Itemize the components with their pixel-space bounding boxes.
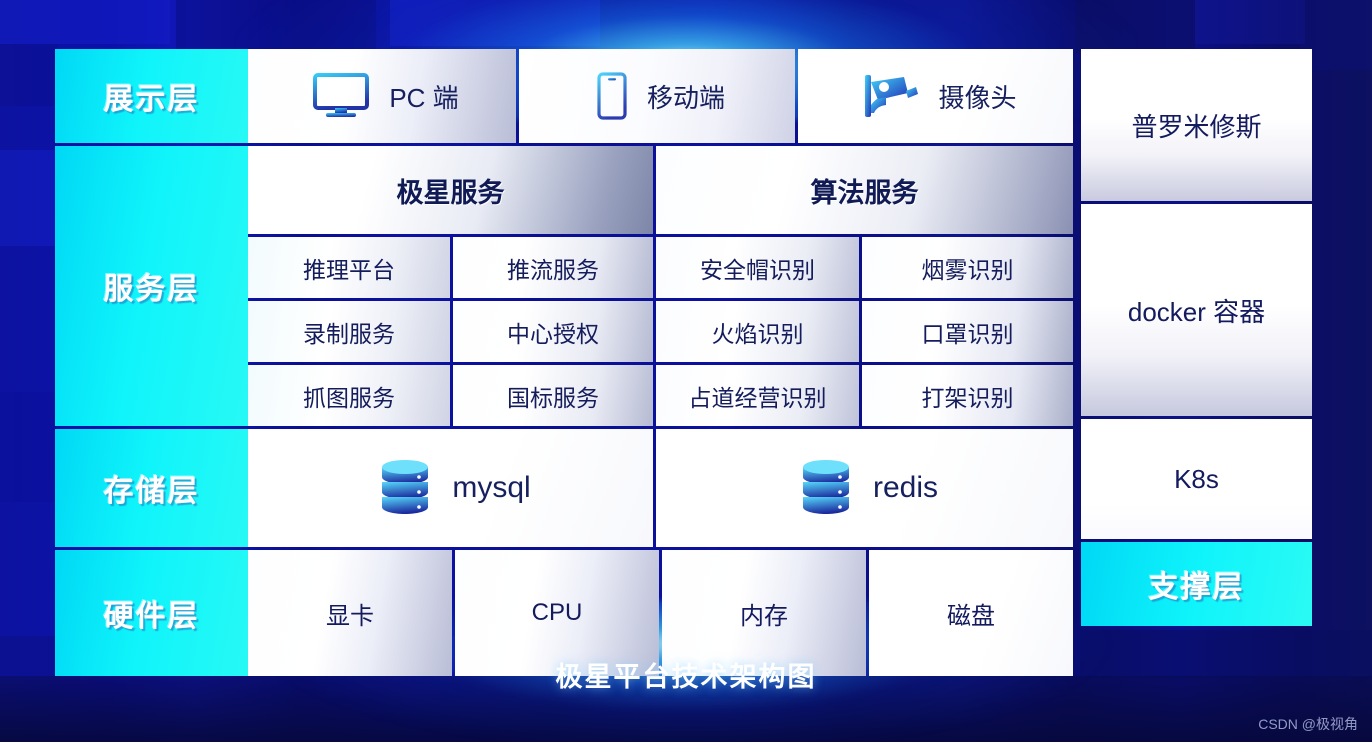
presentation-layer-label: 展示层: [55, 49, 248, 143]
database-icon: [382, 460, 429, 514]
service-item[interactable]: 中心授权: [453, 301, 653, 362]
support-layer-label: 支撑层: [1081, 542, 1312, 626]
service-item[interactable]: 口罩识别: [862, 301, 1073, 362]
support-item-docker[interactable]: docker 容器: [1081, 204, 1312, 416]
presentation-item-pc[interactable]: PC 端: [248, 49, 516, 143]
storage-item-mysql[interactable]: mysql: [248, 429, 653, 547]
service-item[interactable]: 抓图服务: [248, 365, 450, 426]
service-item[interactable]: 烟雾识别: [862, 237, 1073, 298]
service-item[interactable]: 推流服务: [453, 237, 653, 298]
service-item-row: 录制服务 中心授权 火焰识别 口罩识别: [248, 301, 1073, 362]
service-item[interactable]: 火焰识别: [656, 301, 859, 362]
service-layer-row: 服务层 极星服务 算法服务 推理平台 推流服务 安全帽识别 烟雾识别 录制服务 …: [55, 146, 1073, 426]
support-item-k8s[interactable]: K8s: [1081, 419, 1312, 539]
monitor-icon: [313, 73, 370, 117]
service-group-header-jixing: 极星服务: [248, 146, 653, 234]
presentation-item-camera-label: 摄像头: [938, 82, 1017, 113]
presentation-layer-row: 展示层 PC 端 移动端 摄像头: [55, 49, 1073, 143]
service-item-row: 推理平台 推流服务 安全帽识别 烟雾识别: [248, 237, 1073, 298]
service-layer-label: 服务层: [55, 146, 248, 426]
service-layer-content: 极星服务 算法服务 推理平台 推流服务 安全帽识别 烟雾识别 录制服务 中心授权: [248, 146, 1073, 426]
storage-layer-content: mysql redis: [248, 429, 1073, 547]
cctv-camera-icon: [865, 75, 919, 117]
service-item[interactable]: 打架识别: [862, 365, 1073, 426]
presentation-layer-content: PC 端 移动端 摄像头: [248, 49, 1073, 143]
storage-layer-row: 存储层 mysql redis: [55, 429, 1073, 547]
watermark: CSDN @极视角: [1258, 716, 1358, 732]
storage-item-redis-label: redis: [872, 471, 939, 504]
presentation-item-pc-label: PC 端: [389, 82, 459, 113]
service-item[interactable]: 录制服务: [248, 301, 450, 362]
service-items-grid: 推理平台 推流服务 安全帽识别 烟雾识别 录制服务 中心授权 火焰识别 口罩识别: [248, 234, 1073, 426]
diagram-title: 极星平台技术架构图: [555, 662, 817, 692]
architecture-diagram: 展示层 PC 端 移动端 摄像头 服务层 极星服务 算法服务 推理平台 推流服务…: [0, 0, 1372, 742]
support-layer-column: 普罗米修斯 docker 容器 K8s 支撑层: [1081, 49, 1312, 626]
service-group-headers: 极星服务 算法服务: [248, 146, 1073, 234]
service-item[interactable]: 占道经营识别: [656, 365, 859, 426]
storage-item-mysql-label: mysql: [452, 471, 531, 504]
main-layer-grid: 展示层 PC 端 移动端 摄像头 服务层 极星服务 算法服务 推理平台 推流服务…: [55, 49, 1073, 676]
mobile-phone-icon: [597, 72, 627, 120]
service-item[interactable]: 安全帽识别: [656, 237, 859, 298]
service-item[interactable]: 国标服务: [453, 365, 653, 426]
database-icon: [802, 460, 849, 514]
presentation-item-camera[interactable]: 摄像头: [798, 49, 1073, 143]
presentation-item-mobile-label: 移动端: [646, 82, 725, 113]
presentation-item-mobile[interactable]: 移动端: [519, 49, 795, 143]
storage-item-redis[interactable]: redis: [656, 429, 1073, 547]
service-item-row: 抓图服务 国标服务 占道经营识别 打架识别: [248, 365, 1073, 426]
service-item[interactable]: 推理平台: [248, 237, 450, 298]
storage-layer-label: 存储层: [55, 429, 248, 547]
service-groups-wrapper: 极星服务 算法服务 推理平台 推流服务 安全帽识别 烟雾识别 录制服务 中心授权: [248, 146, 1073, 426]
service-group-header-algorithm: 算法服务: [656, 146, 1073, 234]
support-item-prometheus[interactable]: 普罗米修斯: [1081, 49, 1312, 201]
